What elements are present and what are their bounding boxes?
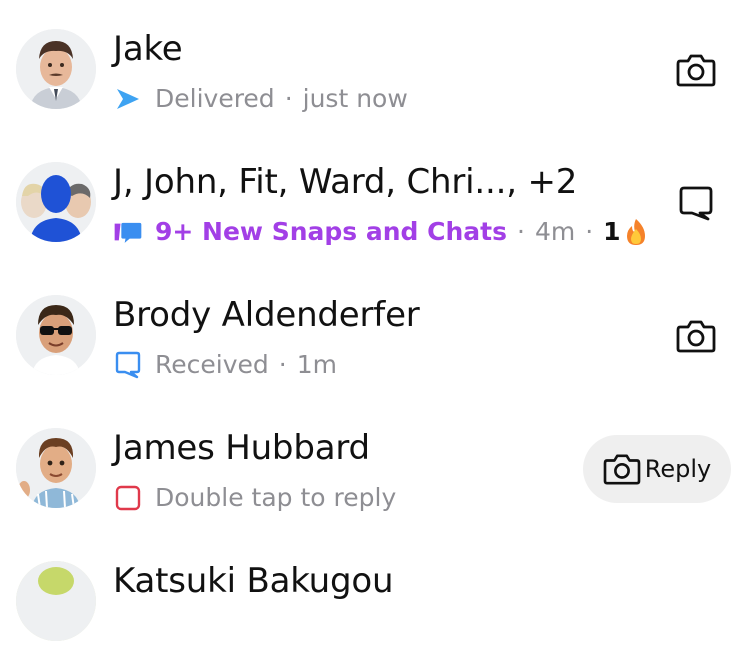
camera-button[interactable] xyxy=(676,50,716,90)
separator: · xyxy=(585,217,594,246)
chat-status: Received · 1m xyxy=(113,350,337,380)
streak-count: 1 xyxy=(603,217,621,246)
bitmoji-jake-icon xyxy=(16,29,96,109)
chat-row-katsuki[interactable]: Katsuki Bakugou xyxy=(0,532,750,665)
chat-name: James Hubbard xyxy=(113,428,370,468)
avatar[interactable] xyxy=(16,295,96,375)
avatar[interactable] xyxy=(16,29,96,109)
separator: · xyxy=(284,84,293,113)
status-text: Received xyxy=(155,350,269,379)
chat-name: J, John, Fit, Ward, Chri..., +2 xyxy=(113,162,578,202)
status-text: 9+ New Snaps and Chats xyxy=(155,217,507,246)
camera-button[interactable] xyxy=(676,316,716,356)
chat-name: Brody Aldenderfer xyxy=(113,295,420,335)
delivered-arrow-icon xyxy=(113,84,143,114)
avatar[interactable] xyxy=(16,428,96,508)
status-time: 1m xyxy=(296,350,337,379)
group-avatar-icon xyxy=(16,162,96,242)
reply-label: Reply xyxy=(644,455,712,483)
chat-status: 9+ New Snaps and Chats · 4m · 1 xyxy=(113,217,649,247)
chat-status: Double tap to reply xyxy=(113,483,396,513)
chat-row-group[interactable]: J, John, Fit, Ward, Chri..., +2 9+ New S… xyxy=(0,133,750,266)
bitmoji-katsuki-icon xyxy=(16,561,96,641)
bitmoji-brody-icon xyxy=(16,295,96,375)
separator: · xyxy=(517,217,525,246)
status-text: Delivered xyxy=(155,84,275,113)
chat-row-brody[interactable]: Brody Aldenderfer Received · 1m xyxy=(0,266,750,399)
bitmoji-james-icon xyxy=(16,428,96,508)
separator: · xyxy=(278,350,287,379)
avatar[interactable] xyxy=(16,561,96,641)
camera-icon xyxy=(676,54,716,87)
camera-icon xyxy=(676,320,716,353)
chat-name: Katsuki Bakugou xyxy=(113,561,394,601)
chat-icon xyxy=(679,186,713,221)
chat-status: Delivered · just now xyxy=(113,84,408,114)
camera-icon xyxy=(603,452,641,486)
chat-button[interactable] xyxy=(676,183,716,223)
chat-row-jake[interactable]: Jake Delivered · just now xyxy=(0,0,750,133)
status-text: Double tap to reply xyxy=(155,483,397,512)
fire-icon xyxy=(623,217,649,247)
status-time: 4m xyxy=(534,217,576,246)
reply-button[interactable]: Reply xyxy=(583,435,731,503)
new-chats-icon xyxy=(113,217,143,247)
unopened-snap-icon xyxy=(113,483,143,513)
chat-name: Jake xyxy=(113,29,183,69)
received-chat-icon xyxy=(113,350,143,380)
status-time: just now xyxy=(302,84,408,113)
avatar[interactable] xyxy=(16,162,96,242)
